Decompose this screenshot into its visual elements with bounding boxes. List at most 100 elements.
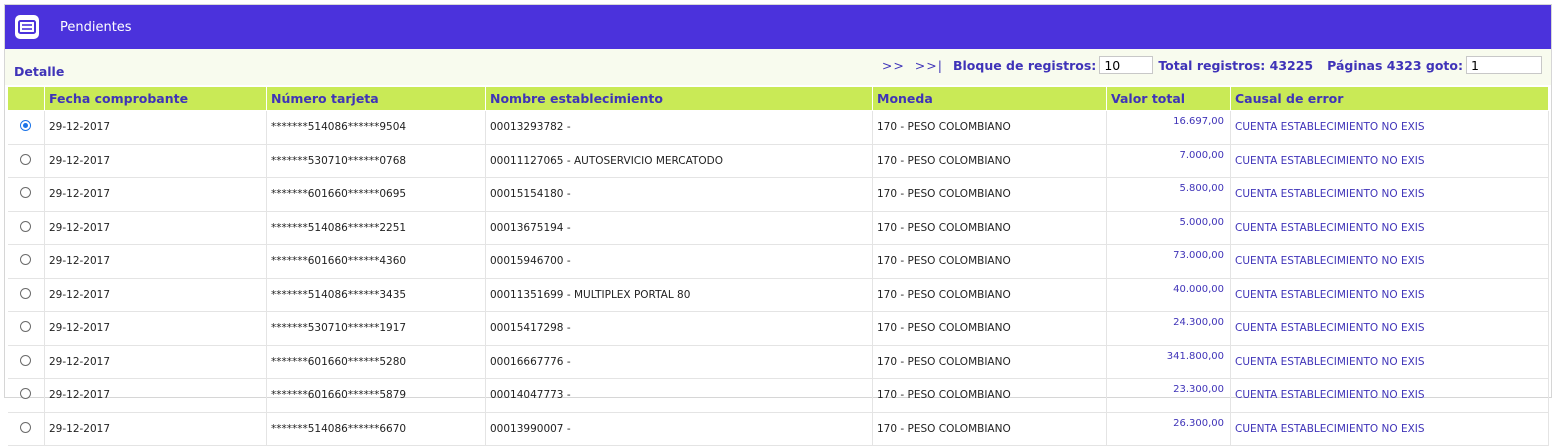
goto-page-input[interactable]: [1466, 56, 1542, 74]
moneda-cell: 170 - PESO COLOMBIANO: [872, 345, 1107, 379]
row-select-radio[interactable]: [20, 354, 32, 366]
fecha-cell: 29-12-2017: [44, 311, 267, 346]
table-row[interactable]: 29-12-2017 *******514086******6670 0001399…: [7, 412, 1549, 446]
column-header-causal[interactable]: Causal de error: [1230, 87, 1549, 111]
establecimiento-cell: 00015417298 -: [485, 311, 873, 346]
row-select-radio[interactable]: [20, 153, 32, 165]
establecimiento-cell: 00016667776 -: [485, 345, 873, 379]
causal-cell: CUENTA ESTABLECIMIENTO NO EXIS: [1230, 211, 1549, 245]
table-row[interactable]: 29-12-2017 *******601660******0695 0001515…: [7, 177, 1549, 212]
valor-cell: 5.000,00: [1106, 211, 1231, 245]
valor-cell: 16.697,00: [1106, 110, 1231, 145]
row-select-cell: [7, 345, 45, 379]
establecimiento-cell: 00013293782 -: [485, 110, 873, 145]
causal-cell: CUENTA ESTABLECIMIENTO NO EXIS: [1230, 345, 1549, 379]
block-label: Bloque de registros:: [952, 57, 1097, 73]
valor-cell: 73.000,00: [1106, 244, 1231, 279]
valor-cell: 23.300,00: [1106, 378, 1231, 413]
column-header-tarjeta[interactable]: Número tarjeta: [266, 87, 486, 111]
establecimiento-cell: 00014047773 -: [485, 378, 873, 413]
table-row[interactable]: 29-12-2017 *******601660******5879 0001404…: [7, 378, 1549, 413]
table-row[interactable]: 29-12-2017 *******601660******5280 0001666…: [7, 345, 1549, 379]
tarjeta-cell: *******601660******5879: [266, 378, 486, 413]
row-select-cell: [7, 311, 45, 346]
moneda-cell: 170 - PESO COLOMBIANO: [872, 211, 1107, 245]
establecimiento-cell: 00013675194 -: [485, 211, 873, 245]
tarjeta-cell: *******514086******3435: [266, 278, 486, 312]
last-page-link[interactable]: >>|: [915, 58, 943, 73]
fecha-cell: 29-12-2017: [44, 144, 267, 178]
column-header-fecha[interactable]: Fecha comprobante: [44, 87, 267, 111]
row-select-radio[interactable]: [20, 220, 32, 232]
fecha-cell: 29-12-2017: [44, 177, 267, 212]
row-select-cell: [7, 110, 45, 145]
column-header-moneda[interactable]: Moneda: [872, 87, 1107, 111]
table-row[interactable]: 29-12-2017 *******530710******0768 0001112…: [7, 144, 1549, 178]
row-select-cell: [7, 211, 45, 245]
causal-cell: CUENTA ESTABLECIMIENTO NO EXIS: [1230, 378, 1549, 413]
moneda-cell: 170 - PESO COLOMBIANO: [872, 177, 1107, 212]
causal-cell: CUENTA ESTABLECIMIENTO NO EXIS: [1230, 110, 1549, 145]
toolbar: Detalle >> >>| Bloque de registros: Tota…: [5, 49, 1551, 85]
table-row[interactable]: 29-12-2017 *******514086******9504 0001329…: [7, 110, 1549, 145]
valor-cell: 341.800,00: [1106, 345, 1231, 379]
fecha-cell: 29-12-2017: [44, 211, 267, 245]
causal-cell: CUENTA ESTABLECIMIENTO NO EXIS: [1230, 278, 1549, 312]
tarjeta-cell: *******514086******6670: [266, 412, 486, 446]
fecha-cell: 29-12-2017: [44, 244, 267, 279]
row-select-cell: [7, 244, 45, 279]
valor-cell: 40.000,00: [1106, 278, 1231, 312]
valor-cell: 7.000,00: [1106, 144, 1231, 178]
row-select-cell: [7, 278, 45, 312]
next-page-link[interactable]: >>: [882, 58, 905, 73]
moneda-cell: 170 - PESO COLOMBIANO: [872, 311, 1107, 346]
row-select-radio[interactable]: [20, 388, 32, 400]
list-card-icon: [14, 14, 40, 40]
fecha-cell: 29-12-2017: [44, 378, 267, 413]
tarjeta-cell: *******601660******5280: [266, 345, 486, 379]
table-row[interactable]: 29-12-2017 *******514086******2251 0001367…: [7, 211, 1549, 245]
causal-cell: CUENTA ESTABLECIMIENTO NO EXIS: [1230, 177, 1549, 212]
fecha-cell: 29-12-2017: [44, 110, 267, 145]
tarjeta-cell: *******530710******0768: [266, 144, 486, 178]
row-select-cell: [7, 177, 45, 212]
causal-cell: CUENTA ESTABLECIMIENTO NO EXIS: [1230, 311, 1549, 346]
establecimiento-cell: 00015946700 -: [485, 244, 873, 279]
row-select-radio[interactable]: [20, 254, 32, 266]
row-select-radio[interactable]: [20, 321, 32, 333]
row-select-radio[interactable]: [20, 187, 32, 199]
panel-title: Pendientes: [60, 19, 132, 35]
tarjeta-cell: *******514086******2251: [266, 211, 486, 245]
causal-cell: CUENTA ESTABLECIMIENTO NO EXIS: [1230, 244, 1549, 279]
moneda-cell: 170 - PESO COLOMBIANO: [872, 412, 1107, 446]
valor-cell: 24.300,00: [1106, 311, 1231, 346]
detail-label: Detalle: [14, 64, 65, 79]
fecha-cell: 29-12-2017: [44, 412, 267, 446]
panel-header: Pendientes: [5, 5, 1551, 49]
fecha-cell: 29-12-2017: [44, 278, 267, 312]
establecimiento-cell: 00013990007 -: [485, 412, 873, 446]
moneda-cell: 170 - PESO COLOMBIANO: [872, 378, 1107, 413]
pendientes-panel: Pendientes Detalle >> >>| Bloque de regi…: [4, 4, 1552, 446]
row-select-radio[interactable]: [20, 421, 32, 433]
valor-cell: 26.300,00: [1106, 412, 1231, 446]
pager: >> >>| Bloque de registros: Total regist…: [882, 56, 1542, 74]
row-select-radio[interactable]: [20, 120, 32, 132]
tarjeta-cell: *******601660******0695: [266, 177, 486, 212]
row-select-cell: [7, 412, 45, 446]
pages-goto-label: Páginas 4323 goto:: [1327, 57, 1463, 73]
table-row[interactable]: 29-12-2017 *******601660******4360 0001594…: [7, 244, 1549, 279]
moneda-cell: 170 - PESO COLOMBIANO: [872, 144, 1107, 178]
block-size-input[interactable]: [1099, 56, 1154, 74]
table-header-row: Fecha comprobante Número tarjeta Nombre …: [7, 87, 1549, 111]
records-table: Fecha comprobante Número tarjeta Nombre …: [7, 87, 1549, 446]
valor-cell: 5.800,00: [1106, 177, 1231, 212]
row-select-cell: [7, 378, 45, 413]
establecimiento-cell: 00011127065 - AUTOSERVICIO MERCATODO: [485, 144, 873, 178]
table-row[interactable]: 29-12-2017 *******530710******1917 0001541…: [7, 311, 1549, 346]
table-row[interactable]: 29-12-2017 *******514086******3435 0001135…: [7, 278, 1549, 312]
column-header-establecimiento[interactable]: Nombre establecimiento: [485, 87, 873, 111]
moneda-cell: 170 - PESO COLOMBIANO: [872, 244, 1107, 279]
row-select-radio[interactable]: [20, 287, 32, 299]
column-header-valor[interactable]: Valor total: [1106, 87, 1231, 111]
